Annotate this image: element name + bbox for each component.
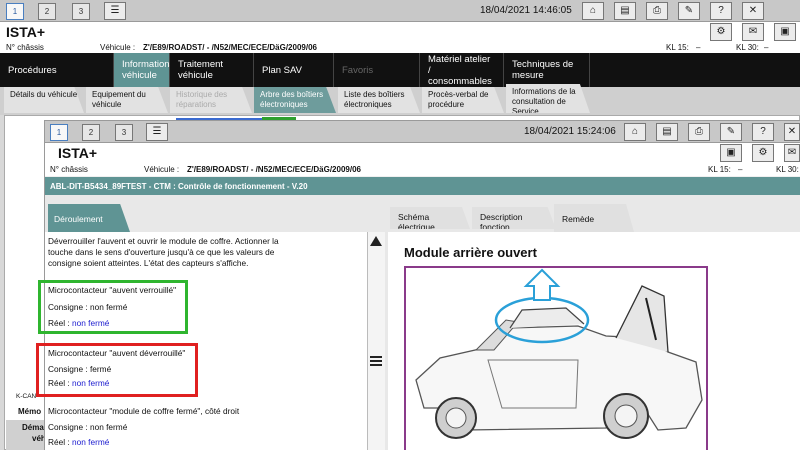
chassis-label: N° châssis	[6, 43, 44, 52]
vehicle-label: Véhicule :	[100, 43, 136, 52]
dema-label: Déma	[22, 423, 44, 432]
tab-wiring-diagram[interactable]: Schéma électrique	[390, 207, 470, 229]
memo-label: Mémo	[18, 407, 42, 416]
test-title: ABL-DIT-B5434_89FTEST - CTM : Contrôle d…	[50, 182, 308, 191]
check-3-name: Microcontacteur "module de coffre fermé"…	[48, 406, 240, 416]
inner-home-icon[interactable]: ⌂	[624, 123, 646, 141]
check-1-reel-label: Réel :	[48, 318, 70, 328]
sub-tab-ecu-tree[interactable]: Arbre des boîtiers électroniques	[254, 87, 336, 113]
print-icon[interactable]: ⎙	[646, 2, 668, 20]
car-illustration	[415, 268, 703, 439]
check-2-consigne: Consigne : fermé	[48, 364, 112, 374]
tab-function-description[interactable]: Description fonction	[472, 207, 556, 229]
kl15-value: –	[696, 43, 701, 52]
check-2-name: Microcontacteur "auvent déverrouillé"	[48, 348, 186, 358]
scroll-thumb-icon[interactable]	[370, 356, 382, 368]
nav-tab-workshop-equipment[interactable]: Matériel atelier / consommables	[420, 53, 504, 87]
clipboard-icon[interactable]: ▣	[774, 23, 796, 41]
settings-icon[interactable]: ⚙	[710, 23, 732, 41]
inner-vehicle-label: Véhicule :	[144, 165, 180, 174]
nav-tab-measurement[interactable]: Techniques de mesure	[504, 53, 590, 87]
check-1-reel-value: non fermé	[72, 318, 110, 328]
inner-help-icon[interactable]: ?	[752, 123, 774, 141]
inner-vehicle-value: Z'/E89/ROADST/ - /N52/MEC/ECE/DäG/2009/0…	[187, 165, 361, 174]
close-icon[interactable]: ✕	[742, 2, 764, 20]
inner-kl15-label: KL 15:	[708, 165, 731, 174]
help-icon[interactable]: ?	[710, 2, 732, 20]
kl15-label: KL 15:	[666, 43, 689, 52]
wrench-icon[interactable]: ✎	[678, 2, 700, 20]
vehicle-value: Z'/E89/ROADST/ - /N52/MEC/ECE/DäG/2009/0…	[143, 43, 317, 52]
inner-tab-2-button[interactable]: 2	[82, 124, 100, 141]
check-3-reel-value: non fermé	[72, 437, 110, 447]
sub-tab-procedure-report[interactable]: Procès-verbal de procédure	[422, 87, 504, 113]
inner-tab-1-button[interactable]: 1	[50, 124, 68, 141]
document-icon[interactable]: ▤	[614, 2, 636, 20]
inner-title-bar	[45, 143, 800, 164]
kl30-value: –	[764, 43, 769, 52]
inner-kl15-value: –	[738, 165, 743, 174]
sub-tab-vehicle-details[interactable]: Détails du véhicule	[4, 87, 84, 113]
check-1-consigne: Consigne : non fermé	[48, 302, 128, 312]
nav-tab-vehicle-treatment[interactable]: Traitement véhicule	[170, 53, 254, 87]
outer-title-bar	[0, 22, 800, 42]
check-3-consigne: Consigne : non fermé	[48, 422, 128, 432]
nav-tab-sav-plan[interactable]: Plan SAV	[254, 53, 334, 87]
inner-close-icon[interactable]: ✕	[784, 123, 800, 141]
check-3-reel-label: Réel :	[48, 437, 70, 447]
instruction-text: Déverrouiller l'auvent et ouvrir le modu…	[48, 236, 279, 268]
inner-wrench-icon[interactable]: ✎	[720, 123, 742, 141]
outer-tab-2-button[interactable]: 2	[38, 3, 56, 20]
tab-deroulement[interactable]: Déroulement	[48, 204, 130, 232]
inner-kl30-label: KL 30:	[776, 165, 799, 174]
sub-tab-repair-history[interactable]: Historique des réparations	[170, 87, 252, 113]
inner-tab-3-button[interactable]: 3	[115, 124, 133, 141]
check-2-reel-label: Réel :	[48, 378, 70, 388]
inner-document-icon[interactable]: ▤	[656, 123, 678, 141]
home-icon[interactable]: ⌂	[582, 2, 604, 20]
inner-chassis-label: N° châssis	[50, 165, 88, 174]
car-image-frame	[404, 266, 708, 450]
inner-app-title: ISTA+	[58, 145, 98, 161]
check-1-name: Microcontacteur "auvent verrouillé"	[48, 285, 177, 295]
inner-settings-icon[interactable]: ⚙	[752, 144, 774, 162]
outer-tab-1-button[interactable]: 1	[6, 3, 24, 20]
inner-list-icon[interactable]: ☰	[146, 123, 168, 141]
sub-tab-ecu-list[interactable]: Liste des boîtiers électroniques	[338, 87, 420, 113]
check-2-reel-value: non fermé	[72, 378, 110, 388]
inner-clipboard-icon[interactable]: ▣	[720, 144, 742, 162]
procedure-scrollbar[interactable]	[367, 232, 385, 450]
nav-tab-favorites[interactable]: Favoris	[334, 53, 420, 87]
inner-mail-icon[interactable]: ✉	[784, 144, 800, 162]
nav-tab-procedures[interactable]: Procédures	[0, 53, 114, 87]
inner-print-icon[interactable]: ⎙	[688, 123, 710, 141]
mail-icon[interactable]: ✉	[742, 23, 764, 41]
sub-tab-service-info[interactable]: Informations de la consultation de Servi…	[506, 84, 590, 113]
list-icon[interactable]: ☰	[104, 2, 126, 20]
kl30-label: KL 30:	[736, 43, 759, 52]
inner-datetime: 18/04/2021 15:24:06	[524, 126, 616, 137]
nav-tab-vehicle-info[interactable]: Informations véhicule	[114, 53, 174, 87]
kcan-label: K-CAN	[16, 393, 37, 400]
sub-tab-vehicle-equipment[interactable]: Equipement du véhicule	[86, 87, 168, 113]
outer-tab-3-button[interactable]: 3	[72, 3, 90, 20]
tab-remedy[interactable]: Remède	[554, 204, 634, 232]
image-title: Module arrière ouvert	[404, 245, 537, 260]
outer-datetime: 18/04/2021 14:46:05	[480, 5, 572, 16]
outer-app-title: ISTA+	[6, 24, 46, 40]
